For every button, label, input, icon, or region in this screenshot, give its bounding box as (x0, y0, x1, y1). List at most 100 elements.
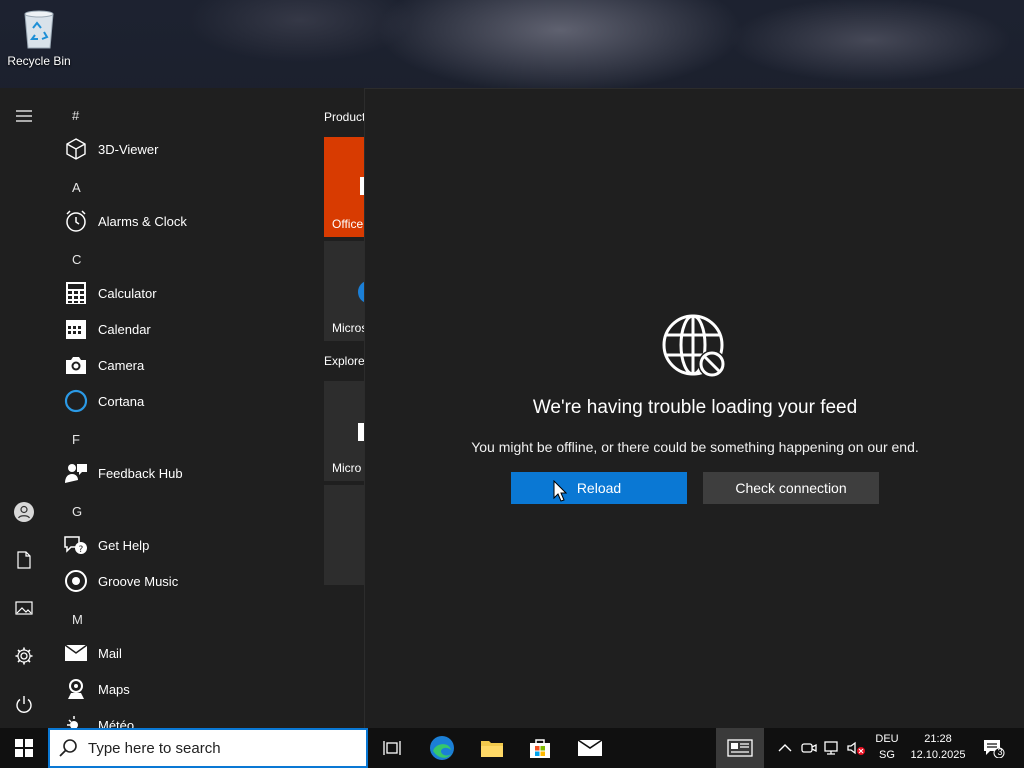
app-feedback-hub[interactable]: Feedback Hub (60, 455, 310, 491)
app-groove-music[interactable]: Groove Music (60, 563, 310, 599)
task-view-button[interactable] (368, 728, 416, 768)
news-feed-panel: We're having trouble loading your feed Y… (364, 88, 1024, 728)
start-menu: # 3D-Viewer A Alarms & Clock C Calculato… (0, 88, 364, 728)
letter-header-a[interactable]: A (72, 180, 81, 195)
app-calendar[interactable]: Calendar (60, 311, 310, 347)
alarm-clock-icon (62, 207, 90, 235)
volume-button[interactable] (846, 738, 866, 758)
svg-text:?: ? (79, 545, 84, 555)
pictures-button[interactable] (0, 588, 48, 628)
app-calculator[interactable]: Calculator (60, 275, 310, 311)
app-cortana[interactable]: Cortana (60, 383, 310, 419)
language-indicator[interactable]: DEU SG (870, 733, 904, 761)
clock-time: 21:28 (924, 733, 952, 745)
letter-header-c[interactable]: C (72, 252, 81, 267)
document-icon (17, 551, 31, 569)
calendar-icon (62, 315, 90, 343)
language-code: DEU (875, 733, 899, 745)
store-bag-icon (530, 739, 550, 758)
cube-icon (62, 135, 90, 163)
documents-button[interactable] (0, 540, 48, 580)
edge-taskbar-button[interactable] (418, 728, 466, 768)
app-label: Météo (98, 717, 135, 729)
feedback-icon (62, 459, 90, 487)
mail-taskbar-button[interactable] (566, 728, 614, 768)
news-icon (727, 739, 753, 757)
app-maps[interactable]: Maps (60, 671, 310, 707)
meet-now-icon (801, 743, 817, 753)
gear-icon (15, 647, 33, 665)
recycle-bin-label: Recycle Bin (7, 54, 71, 68)
tile-edge[interactable]: Micros (324, 241, 364, 341)
edge-icon (430, 736, 454, 760)
start-button[interactable] (0, 728, 48, 768)
app-label: 3D-Viewer (98, 141, 159, 157)
user-icon (14, 502, 34, 522)
power-button[interactable] (0, 684, 48, 724)
music-icon (62, 567, 90, 595)
store-taskbar-button[interactable] (516, 728, 564, 768)
letter-header-f[interactable]: F (72, 432, 80, 447)
meet-now-button[interactable] (799, 738, 819, 758)
recycle-bin-shortcut[interactable]: Recycle Bin (4, 4, 74, 76)
taskbar-search-box[interactable]: Type here to search (48, 728, 368, 768)
show-hidden-icons-button[interactable] (775, 738, 795, 758)
taskbar: Type here to search DEU SG 21:28 12.10.2… (0, 728, 1024, 768)
chevron-up-icon (778, 744, 792, 752)
action-center-button[interactable]: 3 (982, 738, 1006, 758)
app-camera[interactable]: Camera (60, 347, 310, 383)
app-label: Camera (98, 357, 145, 373)
task-view-icon (383, 741, 401, 755)
letter-header-hash[interactable]: # (72, 108, 79, 123)
clock[interactable]: 21:28 12.10.2025 (906, 733, 970, 761)
network-button[interactable] (822, 738, 842, 758)
hamburger-icon (16, 110, 32, 122)
picture-icon (15, 601, 33, 615)
news-interests-button[interactable] (716, 728, 764, 768)
mail-icon (577, 739, 603, 756)
app-label: Cortana (98, 393, 145, 409)
mouse-cursor-icon (553, 479, 568, 502)
letter-header-g[interactable]: G (72, 504, 82, 519)
app-list: # 3D-Viewer A Alarms & Clock C Calculato… (48, 88, 316, 728)
tile-store[interactable]: Micro (324, 381, 364, 481)
calculator-icon (62, 279, 90, 307)
app-label: Feedback Hub (98, 465, 183, 481)
tile-group-header-productivity[interactable]: Product (324, 110, 364, 124)
globe-offline-icon (661, 313, 729, 381)
maps-icon (62, 675, 90, 703)
tile-office[interactable]: Office (324, 137, 364, 237)
file-explorer-button[interactable] (468, 728, 516, 768)
tile-group-header-explore[interactable]: Explore (324, 354, 364, 368)
app-label: Calendar (98, 321, 151, 337)
clock-date: 12.10.2025 (910, 749, 966, 761)
tile-label: Office (332, 217, 364, 231)
app-get-help[interactable]: ? Get Help (60, 527, 310, 563)
tile-empty[interactable] (324, 485, 364, 585)
folder-icon (481, 741, 503, 757)
reload-button[interactable]: Reload (511, 472, 687, 504)
notification-count: 3 (997, 747, 1003, 757)
app-meteo[interactable]: Météo (60, 707, 310, 728)
help-icon: ? (62, 531, 90, 559)
network-icon (824, 741, 838, 755)
volume-muted-icon (847, 741, 865, 755)
cortana-icon (62, 387, 90, 415)
app-label: Maps (98, 681, 130, 697)
camera-icon (62, 351, 90, 379)
mail-icon (62, 639, 90, 667)
app-label: Get Help (98, 537, 150, 553)
app-3d-viewer[interactable]: 3D-Viewer (60, 131, 310, 167)
tile-label: Micros (332, 321, 364, 335)
letter-header-m[interactable]: M (72, 612, 83, 627)
app-alarms-clock[interactable]: Alarms & Clock (60, 203, 310, 239)
app-mail[interactable]: Mail (60, 635, 310, 671)
settings-button[interactable] (0, 636, 48, 676)
check-connection-button[interactable]: Check connection (703, 472, 879, 504)
tile-label: Micro (332, 461, 362, 475)
search-placeholder: Type here to search (88, 739, 221, 757)
app-label: Groove Music (98, 573, 179, 589)
start-rail (0, 88, 48, 728)
user-account-button[interactable] (0, 492, 48, 532)
hamburger-menu-button[interactable] (0, 96, 48, 136)
